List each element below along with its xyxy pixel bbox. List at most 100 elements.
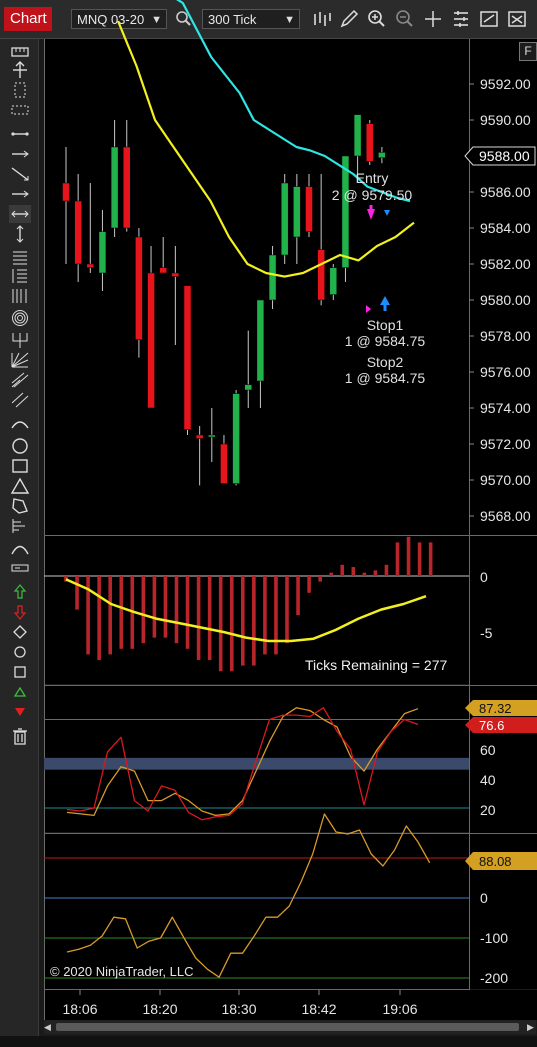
entry-arrow-stem: [369, 205, 373, 211]
stop2-label: Stop2: [367, 354, 404, 370]
stop2-quantity: 1 @ 9584.75: [345, 370, 426, 386]
momentum-bar: [196, 576, 201, 660]
momentum-bar: [229, 576, 234, 672]
up-candle-body: [353, 114, 362, 157]
price-tick-label: 9592.00: [480, 76, 531, 92]
stoch-k-value: 76.6: [479, 718, 504, 733]
window-bottom-edge: [0, 1036, 537, 1047]
entry-label: Entry: [356, 170, 389, 186]
momentum-bar: [252, 576, 256, 666]
copyright-label: © 2020 NinjaTrader, LLC: [50, 964, 194, 979]
momentum-bar: [119, 576, 124, 649]
up-candle-body: [293, 186, 301, 238]
momentum-bar: [384, 564, 389, 576]
price-tick-label: 9578.00: [480, 328, 531, 344]
price-tick-label: 9584.00: [480, 220, 531, 236]
momentum-bar: [318, 576, 322, 582]
momentum-bar: [417, 542, 422, 576]
up-candle-body: [256, 299, 265, 382]
cci-tick-label: 0: [480, 890, 488, 906]
price-tick-label: 9580.00: [480, 292, 531, 308]
momentum-tick-label: -5: [480, 625, 493, 641]
cci-tick-label: -100: [480, 930, 508, 946]
momentum-bar: [395, 542, 400, 576]
up-candle-body: [280, 182, 289, 256]
price-panel: [44, 39, 469, 535]
momentum-bar: [406, 536, 411, 576]
up-candle-body: [244, 384, 252, 391]
price-tick-label: 9572.00: [480, 436, 531, 452]
up-candle-body: [268, 254, 277, 301]
momentum-bar: [241, 576, 245, 666]
scrollbar-thumb[interactable]: [56, 1023, 519, 1031]
momentum-bar: [75, 576, 79, 610]
time-tick-label: 18:20: [142, 1001, 177, 1017]
momentum-bar: [307, 576, 311, 593]
time-tick-label: 19:06: [382, 1001, 417, 1017]
horizontal-scrollbar[interactable]: ◀ ▶: [44, 1020, 536, 1034]
down-candle-body: [147, 272, 155, 409]
last-price-label: 9588.00: [479, 148, 530, 164]
momentum-bar: [108, 576, 112, 655]
stoch-tick-label: 60: [480, 742, 496, 758]
momentum-bar: [329, 572, 333, 576]
down-candle-body: [317, 249, 325, 301]
price-tick-label: 9590.00: [480, 112, 531, 128]
momentum-tick-label: 0: [480, 569, 488, 585]
price-tick-label: 9574.00: [480, 400, 531, 416]
down-candle-body: [195, 434, 204, 439]
stoch-d-value: 87.32: [479, 701, 512, 716]
down-candle-body: [305, 186, 313, 232]
momentum-bar: [263, 576, 267, 655]
entry-quantity: 2 @ 9579.50: [332, 187, 413, 203]
time-axis-area: [44, 990, 537, 1020]
time-tick-label: 18:06: [62, 1001, 97, 1017]
cci-value: 88.08: [479, 854, 512, 869]
up-candle-body: [98, 231, 107, 274]
momentum-bar: [141, 576, 146, 644]
price-tick-label: 9586.00: [480, 184, 531, 200]
down-candle-body: [159, 267, 167, 274]
scroll-left-icon[interactable]: ◀: [44, 1022, 52, 1032]
up-candle-body: [329, 267, 338, 295]
scroll-right-icon[interactable]: ▶: [527, 1022, 535, 1032]
down-candle-body: [62, 182, 70, 202]
down-candle-body: [366, 123, 374, 162]
up-candle-body: [378, 152, 386, 159]
price-tick-label: 9568.00: [480, 508, 531, 524]
momentum-bar: [274, 576, 278, 655]
momentum-bar: [285, 576, 289, 644]
momentum-bar: [174, 576, 179, 644]
momentum-bar: [340, 564, 345, 576]
momentum-bar: [351, 567, 356, 576]
up-candle-body: [208, 434, 216, 438]
down-candle-body: [86, 263, 95, 268]
momentum-bar: [97, 576, 101, 660]
up-candle-body: [341, 155, 350, 268]
momentum-bar: [218, 576, 223, 672]
stoch-tick-label: 20: [480, 802, 496, 818]
down-candle-body: [135, 236, 143, 340]
stoch-tick-label: 40: [480, 772, 496, 788]
down-candle-body: [220, 443, 228, 484]
time-tick-label: 18:42: [301, 1001, 336, 1017]
momentum-bar: [163, 576, 168, 638]
panel-f-button[interactable]: F: [519, 42, 537, 61]
up-candle-body: [110, 146, 119, 229]
chart-canvas[interactable]: 9592.00 9590.00 9586.00 9584.00 9582.00 …: [0, 0, 537, 1047]
momentum-bar: [296, 576, 300, 616]
price-tick-label: 9582.00: [480, 256, 531, 272]
ticks-remaining-label: Ticks Remaining = 277: [305, 657, 448, 673]
momentum-bar: [207, 576, 212, 660]
stop1-label: Stop1: [367, 317, 404, 333]
up-candle-body: [232, 393, 240, 484]
cci-tick-label: -200: [480, 970, 508, 986]
time-tick-label: 18:30: [221, 1001, 256, 1017]
stop1-quantity: 1 @ 9584.75: [345, 333, 426, 349]
stop-arrow-stem: [383, 304, 387, 311]
momentum-bar: [152, 576, 157, 638]
down-candle-body: [183, 285, 192, 430]
momentum-bar: [428, 542, 433, 576]
down-candle-body: [171, 272, 180, 277]
price-tick-label: 9576.00: [480, 364, 531, 380]
